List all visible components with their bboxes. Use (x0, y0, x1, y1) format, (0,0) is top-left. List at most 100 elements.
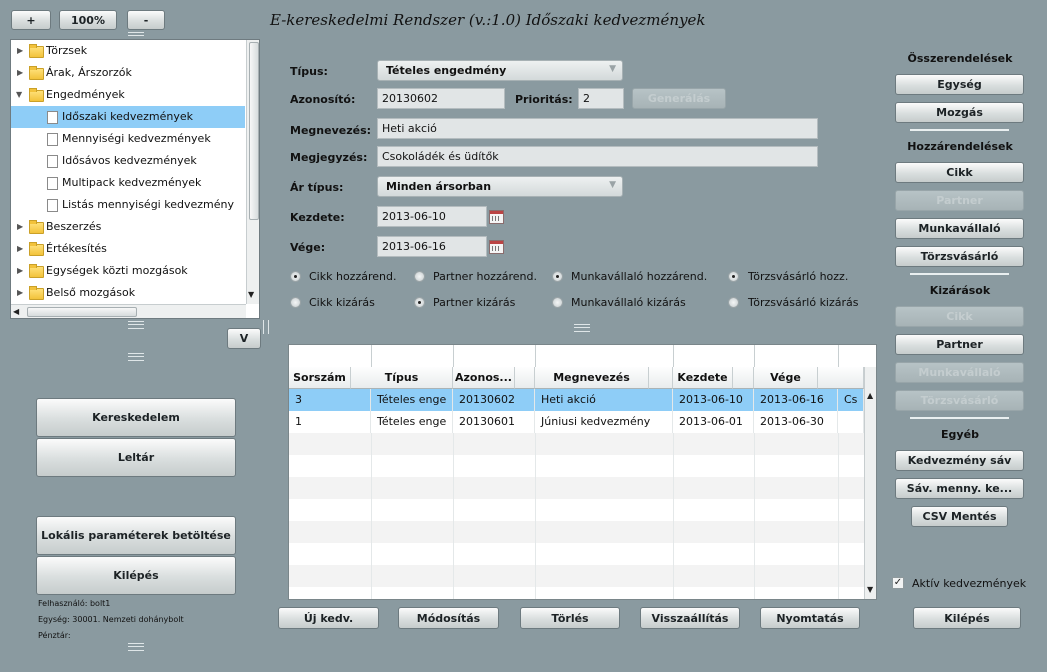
column-header-megnevezes[interactable]: Megnevezés (535, 367, 649, 389)
kezdete-label: Kezdete: (290, 211, 345, 224)
new-discount-button[interactable]: Új kedv. (278, 607, 379, 629)
cikk-hozzarend-radio[interactable] (290, 271, 301, 282)
partner-kizaras-button[interactable]: Partner (895, 334, 1024, 355)
scroll-left-icon[interactable]: ◀ (13, 307, 19, 316)
collapse-arrow-icon[interactable]: ▼ (16, 84, 22, 106)
folder-icon (29, 286, 44, 300)
scroll-down-icon[interactable]: ▼ (867, 585, 873, 594)
navigation-tree[interactable]: ▶ Törzsek ▶ Árak, Árszorzók ▼ Engedménye… (10, 39, 260, 319)
modify-button[interactable]: Módosítás (398, 607, 499, 629)
partner-kizaras-label: Partner kizárás (433, 296, 516, 309)
table-group-header (289, 345, 864, 368)
megnevezes-label: Megnevezés: (290, 124, 372, 137)
column-header-sorszam[interactable]: Sorszám (289, 367, 351, 389)
resize-grip[interactable] (128, 321, 144, 329)
exit-app-button[interactable]: Kilépés (36, 556, 236, 595)
exit-button[interactable]: Kilépés (913, 607, 1021, 629)
torzsvasarlo-kizaras-button[interactable]: Törzsvásárló (895, 390, 1024, 411)
column-divider (754, 433, 755, 599)
partner-hozzarend-radio[interactable] (414, 271, 425, 282)
megjegyzes-field[interactable]: Csokoládék és üdítők (377, 146, 818, 167)
zoom-out-button[interactable]: - (127, 10, 165, 30)
hozzarendelesek-heading: Hozzárendelések (907, 140, 1013, 153)
tree-item-label: Értékesítés (46, 242, 107, 255)
resize-grip[interactable] (128, 643, 144, 651)
expand-arrow-icon[interactable]: ▶ (17, 282, 23, 304)
tree-vertical-scrollbar[interactable]: ▼ (246, 40, 259, 304)
cikk-kizaras-button[interactable]: Cikk (895, 306, 1024, 327)
document-icon (47, 133, 58, 146)
partner-hozzarendeles-button[interactable]: Partner (895, 190, 1024, 211)
table-vertical-scrollbar[interactable]: ▲ ▼ (864, 367, 876, 599)
zoom-in-button[interactable]: + (11, 10, 51, 30)
sav-mennyisegi-button[interactable]: Sáv. menny. ke... (895, 478, 1024, 499)
scrollbar-thumb[interactable] (27, 307, 137, 317)
column-header-kezdete[interactable]: Kezdete (673, 367, 733, 389)
egyseg-button[interactable]: Egység (895, 74, 1024, 95)
cell-azonosito: 20130602 (453, 389, 535, 411)
tree-item-label: Multipack kedvezmények (62, 176, 202, 189)
column-header-vege[interactable]: Vége (754, 367, 818, 389)
column-header-tipus[interactable]: Típus (351, 367, 453, 389)
table-row[interactable]: 1 Tételes enge 20130601 Júniusi kedvezmé… (289, 411, 864, 434)
chevron-down-icon: ▼ (609, 64, 616, 74)
torzsvasarlo-hozzarendeles-button[interactable]: Törzsvásárló (895, 246, 1024, 267)
column-divider (535, 433, 536, 599)
calendar-icon[interactable] (489, 210, 504, 224)
discount-table[interactable]: Sorszám Típus Azonos... Megnevezés Kezde… (288, 344, 877, 600)
generalas-button[interactable]: Generálás (632, 88, 726, 109)
kezdete-date-field[interactable]: 2013-06-10 (377, 206, 487, 227)
munkavallalo-kizaras-radio[interactable] (552, 297, 563, 308)
column-divider (673, 433, 674, 599)
artipus-select[interactable]: Minden ársorban ▼ (377, 176, 623, 197)
tree-item-label: Egységek közti mozgások (46, 264, 188, 277)
munkavallalo-hozzarend-radio[interactable] (552, 271, 563, 282)
cikk-hozzarendeles-button[interactable]: Cikk (895, 162, 1024, 183)
aktiv-checkbox[interactable]: ✓ (892, 577, 904, 589)
expand-arrow-icon[interactable]: ▶ (17, 238, 23, 260)
torzsvasarlo-kizaras-radio[interactable] (728, 297, 739, 308)
expand-arrow-icon[interactable]: ▶ (17, 216, 23, 238)
tree-item-idoszaki-selected[interactable]: Időszaki kedvezmények (11, 106, 245, 128)
resize-grip[interactable] (574, 324, 590, 332)
azonosito-field[interactable]: 20130602 (377, 88, 505, 109)
expand-arrow-icon[interactable]: ▶ (17, 62, 23, 84)
vertical-resize-grip[interactable] (263, 320, 269, 334)
restore-button[interactable]: Visszaállítás (640, 607, 740, 629)
cell-vege: 2013-06-16 (754, 389, 838, 411)
expand-arrow-icon[interactable]: ▶ (17, 40, 23, 62)
separator (910, 129, 1009, 131)
torzsvasarlo-hozz-radio[interactable] (728, 271, 739, 282)
munkavallalo-kizaras-button[interactable]: Munkavállaló (895, 362, 1024, 383)
print-button[interactable]: Nyomtatás (760, 607, 860, 629)
partner-hozzarend-label: Partner hozzárend. (433, 270, 537, 283)
v-button[interactable]: V (227, 328, 261, 349)
column-header-azonosito[interactable]: Azonos... (453, 367, 515, 389)
resize-grip[interactable] (128, 353, 144, 361)
scrollbar-thumb[interactable] (249, 42, 259, 220)
cikk-kizaras-radio[interactable] (290, 297, 301, 308)
tipus-select[interactable]: Tételes engedmény ▼ (377, 60, 623, 81)
artipus-label: Ár típus: (290, 181, 344, 194)
delete-button[interactable]: Törlés (520, 607, 620, 629)
vege-date-field[interactable]: 2013-06-16 (377, 236, 487, 257)
tree-item-label: Időszaki kedvezmények (62, 110, 194, 123)
scroll-up-icon[interactable]: ▲ (867, 391, 873, 400)
scroll-down-icon[interactable]: ▼ (248, 290, 254, 299)
tree-horizontal-scrollbar[interactable]: ◀ (11, 304, 246, 318)
partner-kizaras-radio[interactable] (414, 297, 425, 308)
munkavallalo-hozzarendeles-button[interactable]: Munkavállaló (895, 218, 1024, 239)
prioritas-field[interactable]: 2 (578, 88, 624, 109)
megnevezes-field[interactable]: Heti akció (377, 118, 818, 139)
load-local-params-button[interactable]: Lokális paraméterek betöltése (36, 516, 236, 555)
mozgas-button[interactable]: Mozgás (895, 102, 1024, 123)
expand-arrow-icon[interactable]: ▶ (17, 260, 23, 282)
zoom-level-button[interactable]: 100% (59, 10, 117, 30)
kereskedelem-button[interactable]: Kereskedelem (36, 398, 236, 437)
table-row-selected[interactable]: 3 Tételes enge 20130602 Heti akció 2013-… (289, 389, 864, 411)
calendar-icon[interactable] (489, 240, 504, 254)
kizarasok-heading: Kizárások (929, 284, 991, 297)
kedvezmeny-sav-button[interactable]: Kedvezmény sáv (895, 450, 1024, 471)
leltar-button[interactable]: Leltár (36, 438, 236, 477)
csv-export-button[interactable]: CSV Mentés (911, 506, 1008, 527)
